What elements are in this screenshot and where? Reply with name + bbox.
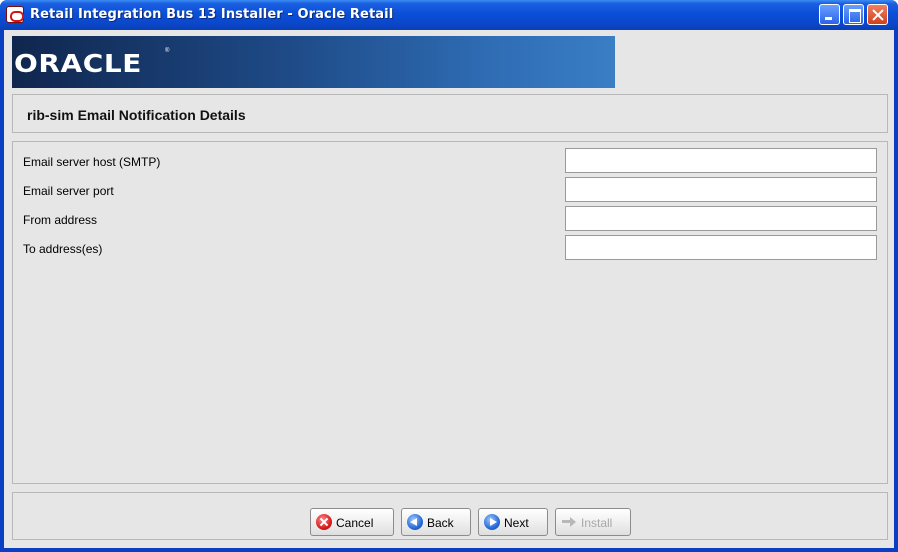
to-addresses-input[interactable] — [565, 235, 877, 260]
minimize-button[interactable] — [819, 4, 840, 25]
oracle-app-icon — [6, 6, 24, 23]
installer-client-area: ORACLE ® rib-sim Email Notification Deta… — [4, 30, 894, 548]
from-address-input[interactable] — [565, 206, 877, 231]
from-address-label: From address — [23, 213, 98, 227]
smtp-port-label: Email server port — [23, 184, 114, 198]
cancel-button[interactable]: Cancel — [310, 508, 394, 536]
page-title: rib-sim Email Notification Details — [27, 107, 246, 123]
next-arrow-icon — [484, 514, 500, 530]
close-button[interactable] — [867, 4, 888, 25]
cancel-label: Cancel — [336, 516, 374, 530]
next-button[interactable]: Next — [478, 508, 548, 536]
install-arrow-icon — [561, 514, 577, 530]
installer-window: Retail Integration Bus 13 Installer - Or… — [0, 0, 898, 552]
install-button[interactable]: Install — [555, 508, 631, 536]
button-bar: Cancel Back Next Install — [12, 492, 888, 540]
smtp-host-label: Email server host (SMTP) — [23, 155, 161, 169]
title-bar[interactable]: Retail Integration Bus 13 Installer - Or… — [0, 0, 898, 30]
back-label: Back — [427, 516, 454, 530]
oracle-banner: ORACLE ® — [12, 36, 615, 88]
back-button[interactable]: Back — [401, 508, 471, 536]
smtp-port-input[interactable] — [565, 177, 877, 202]
maximize-button[interactable] — [843, 4, 864, 25]
install-label: Install — [581, 516, 613, 530]
cancel-icon — [316, 514, 332, 530]
registered-mark: ® — [165, 48, 170, 54]
form-panel: Email server host (SMTP) Email server po… — [12, 141, 888, 484]
to-addresses-label: To address(es) — [23, 242, 103, 256]
next-label: Next — [504, 516, 529, 530]
oracle-logo: ORACLE — [14, 49, 142, 78]
smtp-host-input[interactable] — [565, 148, 877, 173]
back-arrow-icon — [407, 514, 423, 530]
section-header: rib-sim Email Notification Details — [12, 94, 888, 133]
window-title: Retail Integration Bus 13 Installer - Or… — [30, 7, 394, 22]
